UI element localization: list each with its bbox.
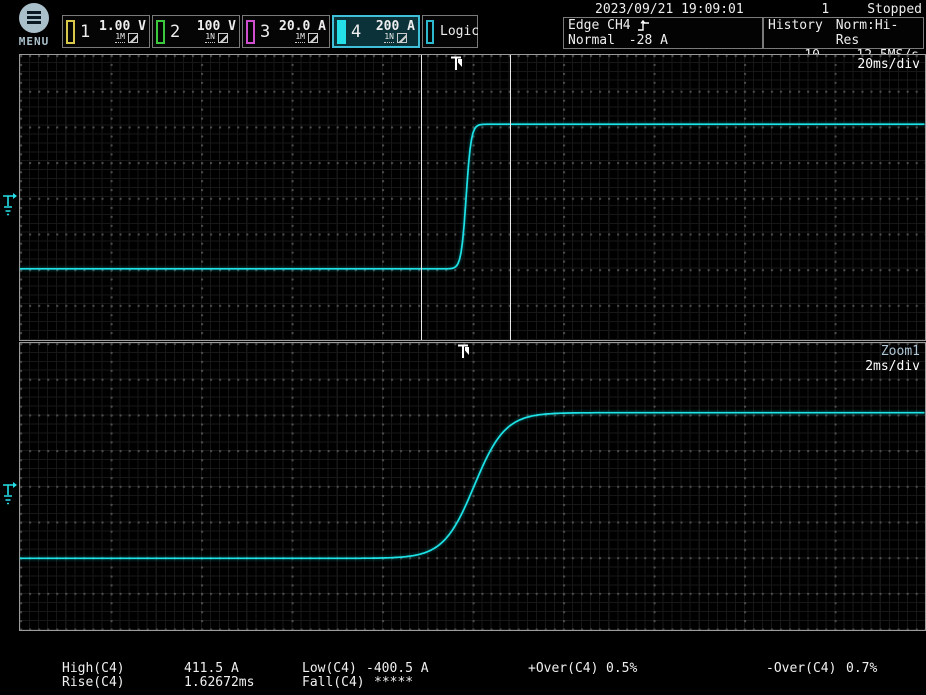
channel-2-color-chip — [156, 20, 165, 44]
coupling-impedance-icon: 1N — [384, 33, 394, 43]
rising-edge-icon — [637, 20, 653, 32]
channel-3-color-chip — [246, 20, 255, 44]
zoom1-waveform-graticule: Zoom1 2ms/div — [19, 342, 926, 631]
channel-4-indicator[interactable]: 4 200 A 1N — [332, 15, 420, 48]
logic-label: Logic — [440, 24, 479, 39]
main-timebase-label: 20ms/div — [857, 57, 920, 72]
logic-indicator[interactable]: Logic — [422, 15, 478, 48]
zoom-window-name: Zoom1 — [881, 344, 920, 359]
channel-2-scale: 100 V — [197, 20, 236, 33]
channel-1-number: 1 — [80, 22, 90, 42]
meas-high-label: High(C4) — [62, 662, 125, 676]
ch4-waveform-main — [20, 55, 925, 340]
menu-label: MENU — [8, 35, 60, 48]
ch4-ground-level-marker[interactable] — [1, 192, 18, 218]
channel-2-number: 2 — [170, 22, 180, 42]
channel-4-color-chip — [337, 20, 346, 44]
meas-low-value: -400.5 A — [366, 662, 429, 676]
meas-low-label: Low(C4) — [302, 662, 357, 676]
zoom-window-left-edge[interactable] — [421, 55, 422, 340]
probe-icon — [308, 33, 318, 43]
trigger-settings-box[interactable]: Edge CH4 Normal -28 A — [563, 17, 763, 49]
channel-1-indicator[interactable]: 1 1.00 V 1M — [62, 15, 150, 48]
meas-rise-value: 1.62672ms — [184, 676, 254, 690]
oscilloscope-screen: MENU 1 1.00 V 1M 2 100 V 1N — [0, 0, 926, 695]
zoom-window-right-edge[interactable] — [510, 55, 511, 340]
meas-high-value: 411.5 A — [184, 662, 239, 676]
acquisition-mode: Norm:Hi-Res — [836, 18, 919, 48]
probe-icon — [397, 33, 407, 43]
main-waveform-graticule: 20ms/div — [19, 54, 926, 341]
channel-4-number: 4 — [351, 22, 361, 42]
channel-3-number: 3 — [260, 22, 270, 42]
meas-pover-label: +Over(C4) — [528, 662, 598, 676]
probe-icon — [218, 33, 228, 43]
trigger-type-source: Edge CH4 — [568, 18, 631, 33]
logic-color-chip — [426, 20, 434, 44]
channel-4-scale: 200 A — [376, 20, 415, 33]
trigger-level: -28 A — [629, 33, 668, 48]
history-acquisition-box[interactable]: History Norm:Hi-Res 10 12.5MS/s — [763, 17, 924, 49]
menu-button[interactable]: MENU — [8, 3, 60, 48]
zoom-timebase-label: 2ms/div — [865, 359, 920, 374]
trigger-position-marker[interactable] — [450, 56, 464, 73]
meas-nover-value: 0.7% — [846, 662, 877, 676]
coupling-impedance-icon: 1M — [115, 33, 125, 43]
channel-2-indicator[interactable]: 2 100 V 1N — [152, 15, 240, 48]
datetime: 2023/09/21 19:09:01 — [595, 2, 744, 17]
coupling-impedance-icon: 1M — [295, 33, 305, 43]
trigger-mode: Normal — [568, 33, 615, 48]
ch4-waveform-zoom1 — [20, 343, 925, 630]
meas-rise-label: Rise(C4) — [62, 676, 125, 690]
ch4-ground-level-marker-zoom[interactable] — [1, 481, 18, 507]
meas-fall-value: ***** — [374, 676, 413, 690]
probe-icon — [128, 33, 138, 43]
coupling-impedance-icon: 1N — [205, 33, 215, 43]
history-label: History — [768, 18, 836, 48]
meas-pover-value: 0.5% — [606, 662, 637, 676]
hamburger-icon — [19, 3, 49, 33]
channel-1-color-chip — [66, 20, 75, 44]
trigger-position-marker-zoom[interactable] — [457, 344, 471, 361]
channel-indicator-row: 1 1.00 V 1M 2 100 V 1N 3 — [62, 15, 478, 48]
meas-fall-label: Fall(C4) — [302, 676, 365, 690]
status-line: 2023/09/21 19:09:01 1 Stopped — [563, 2, 924, 17]
meas-nover-label: -Over(C4) — [766, 662, 836, 676]
run-state: Stopped — [867, 2, 922, 17]
channel-3-indicator[interactable]: 3 20.0 A 1M — [242, 15, 330, 48]
acquisition-count: 1 — [821, 2, 829, 17]
